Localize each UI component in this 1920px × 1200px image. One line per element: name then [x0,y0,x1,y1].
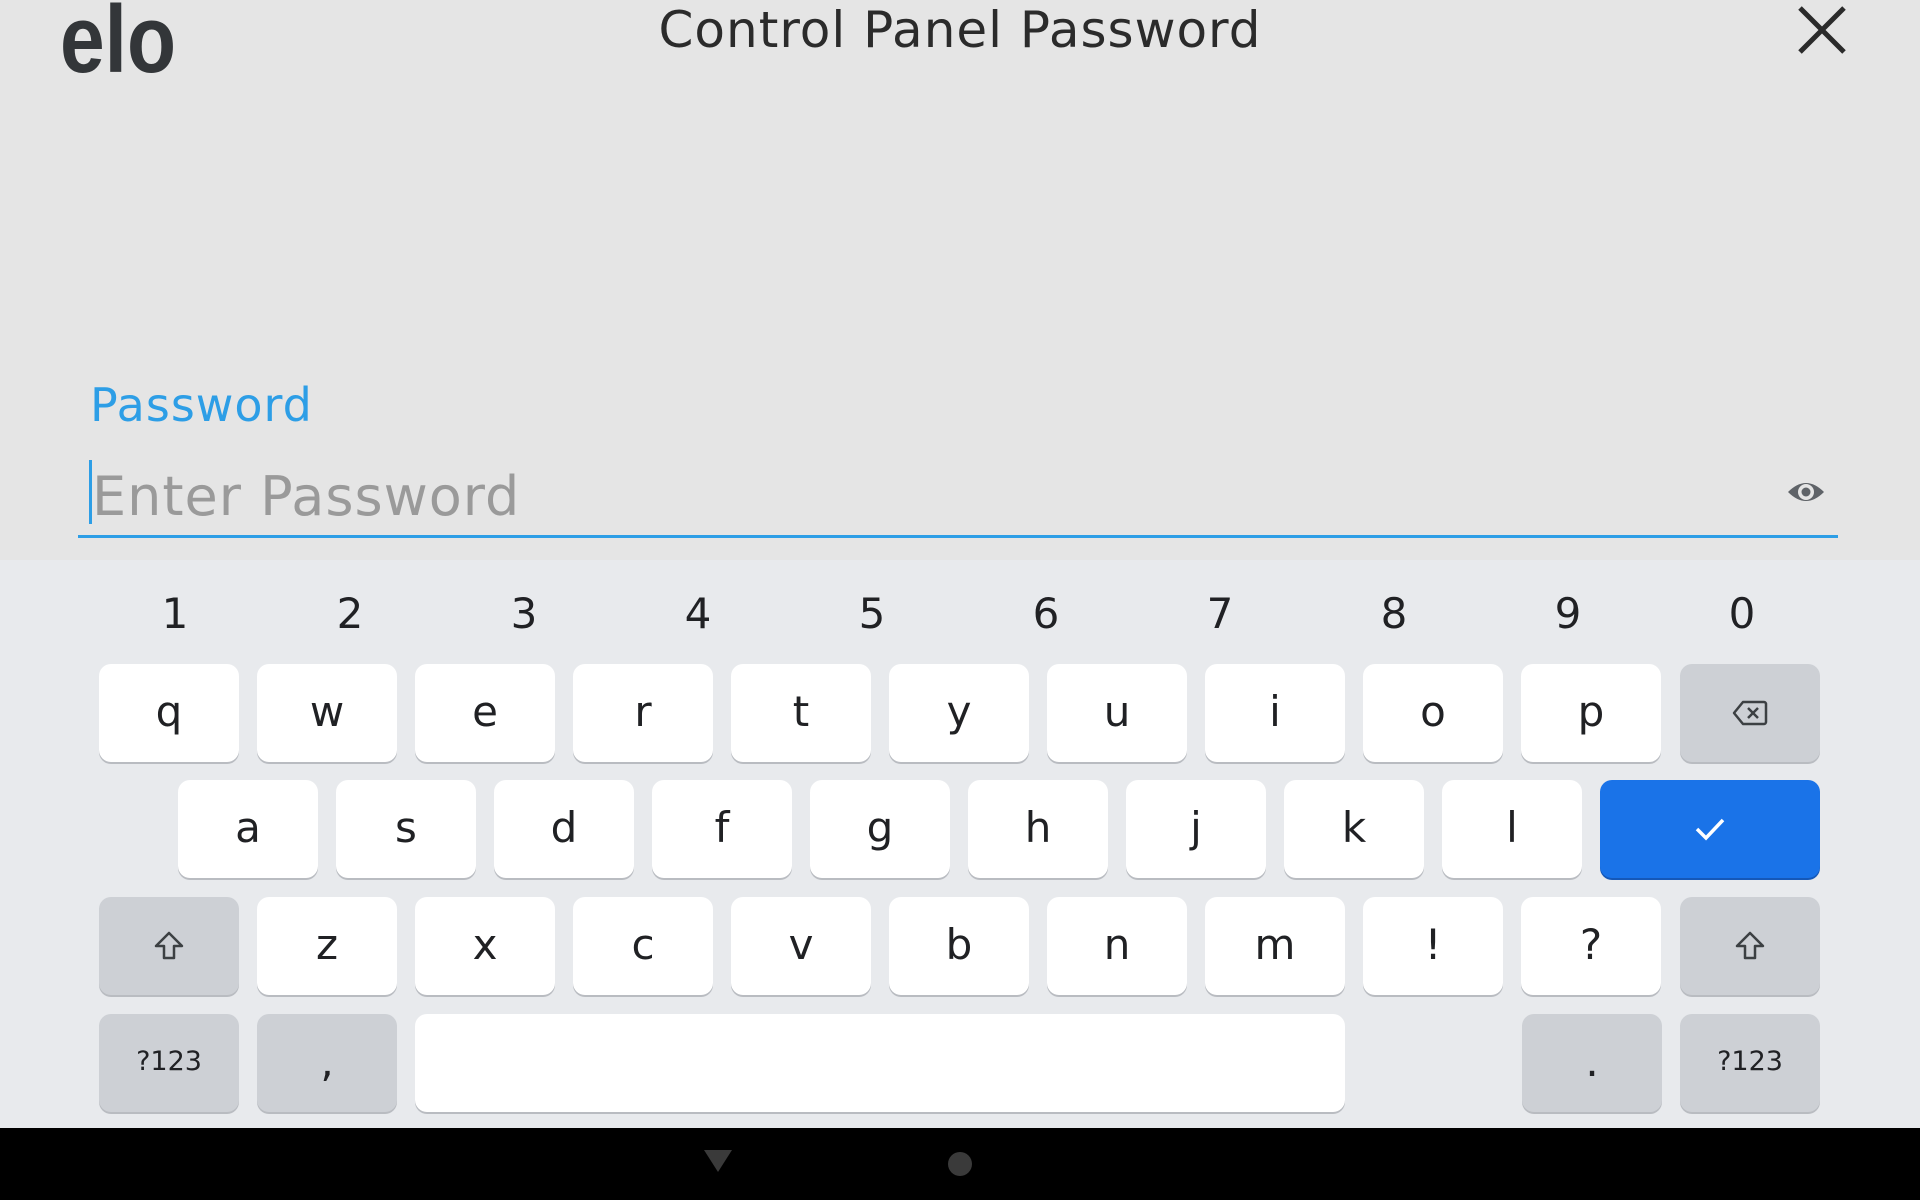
enter-key[interactable] [1600,780,1820,878]
key-v[interactable]: v [731,897,871,995]
shift-key-right[interactable] [1680,897,1820,995]
key-i[interactable]: i [1205,664,1345,762]
nav-home-icon[interactable] [948,1152,972,1176]
key-q[interactable]: q [99,664,239,762]
key-x[interactable]: x [415,897,555,995]
shift-key-left[interactable] [99,897,239,995]
key-5[interactable]: 5 [822,584,922,644]
key-exclamation[interactable]: ! [1363,897,1503,995]
key-k[interactable]: k [1284,780,1424,878]
symbols-key-right[interactable]: ?123 [1680,1014,1820,1112]
key-w[interactable]: w [257,664,397,762]
key-j[interactable]: j [1126,780,1266,878]
key-8[interactable]: 8 [1344,584,1444,644]
nav-back-icon[interactable] [704,1150,732,1172]
key-1[interactable]: 1 [125,584,225,644]
key-9[interactable]: 9 [1518,584,1618,644]
key-period[interactable]: . [1522,1014,1662,1112]
page-title: Control Panel Password [658,1,1262,59]
symbols-key-left[interactable]: ?123 [99,1014,239,1112]
backspace-key[interactable] [1680,664,1820,762]
key-0[interactable]: 0 [1692,584,1792,644]
key-b[interactable]: b [889,897,1029,995]
key-3[interactable]: 3 [474,584,574,644]
text-caret [89,460,92,524]
key-d[interactable]: d [494,780,634,878]
password-label: Password [90,378,313,432]
shift-icon [154,931,184,960]
key-n[interactable]: n [1047,897,1187,995]
show-password-button[interactable] [1786,476,1826,508]
key-7[interactable]: 7 [1170,584,1270,644]
close-icon [1798,6,1846,54]
backspace-icon [1732,700,1768,726]
on-screen-keyboard: 1 2 3 4 5 6 7 8 9 0 q w e r t y u i o p … [0,560,1920,1128]
key-question[interactable]: ? [1521,897,1661,995]
checkmark-icon [1695,818,1725,841]
password-input[interactable] [78,458,1838,538]
key-r[interactable]: r [573,664,713,762]
key-o[interactable]: o [1363,664,1503,762]
key-comma[interactable]: , [257,1014,397,1112]
key-4[interactable]: 4 [648,584,748,644]
key-p[interactable]: p [1521,664,1661,762]
key-s[interactable]: s [336,780,476,878]
key-c[interactable]: c [573,897,713,995]
key-y[interactable]: y [889,664,1029,762]
key-z[interactable]: z [257,897,397,995]
key-6[interactable]: 6 [996,584,1096,644]
key-u[interactable]: u [1047,664,1187,762]
key-e[interactable]: e [415,664,555,762]
key-m[interactable]: m [1205,897,1345,995]
key-a[interactable]: a [178,780,318,878]
key-2[interactable]: 2 [300,584,400,644]
key-g[interactable]: g [810,780,950,878]
eye-icon [1788,483,1824,501]
shift-icon [1735,931,1765,960]
key-t[interactable]: t [731,664,871,762]
close-button[interactable] [1792,0,1852,60]
key-h[interactable]: h [968,780,1108,878]
space-key[interactable] [415,1014,1345,1112]
key-l[interactable]: l [1442,780,1582,878]
key-f[interactable]: f [652,780,792,878]
